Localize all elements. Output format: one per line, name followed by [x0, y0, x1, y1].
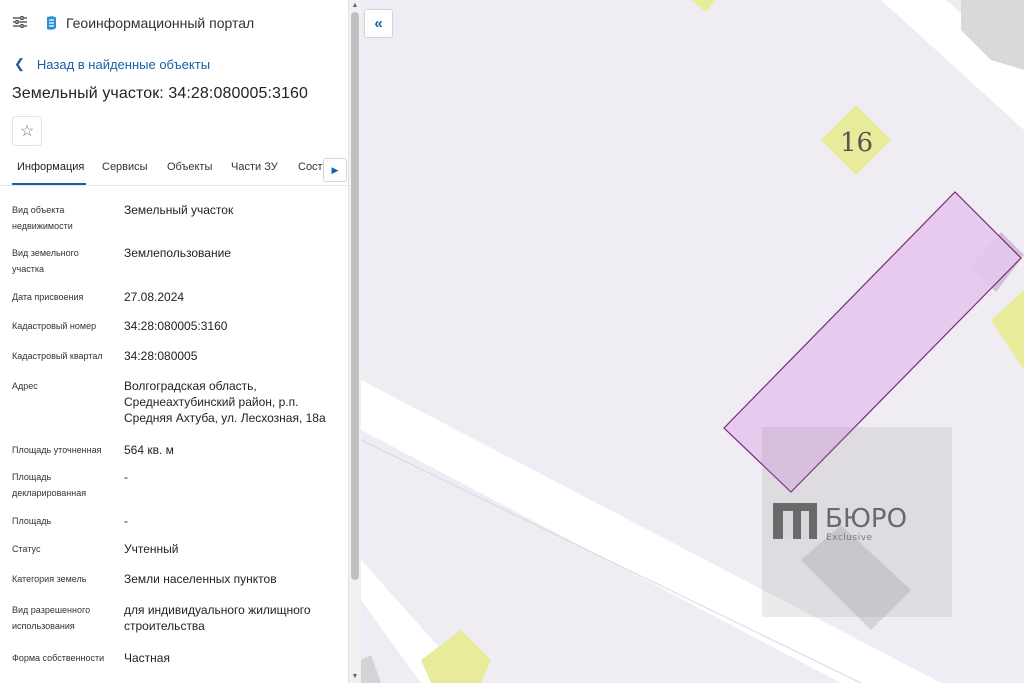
property-label: Вид разрешенного использования: [12, 605, 91, 631]
tabs-divider: [0, 185, 348, 186]
watermark-logo-icon: [773, 503, 817, 539]
property-label: Площадь уточненная: [12, 445, 102, 455]
sliders-menu-icon[interactable]: [12, 15, 28, 29]
property-value: Земельный участок: [124, 203, 234, 217]
back-to-results-link[interactable]: ❮ Назад в найденные объекты: [14, 56, 210, 72]
property-value: -: [124, 470, 128, 484]
watermark-subtitle: Exclusive: [826, 533, 873, 543]
tab-composition-clip: Состав: [296, 150, 323, 184]
scrollbar-thumb[interactable]: [351, 12, 359, 580]
portal-title: Геоинформационный портал: [66, 15, 255, 31]
property-value: Частная: [124, 651, 170, 665]
property-value: -: [124, 514, 128, 528]
property-value: 564 кв. м: [124, 443, 174, 457]
object-title: Земельный участок: 34:28:080005:3160: [12, 85, 309, 102]
property-value: 34:28:080005:3160: [124, 319, 228, 333]
property-value: Земли населенных пунктов: [124, 572, 277, 586]
property-value: Землепользование: [124, 246, 231, 260]
tab-services[interactable]: Сервисы: [102, 161, 148, 173]
property-label: Адрес: [12, 381, 38, 391]
favorite-button[interactable]: ☆: [12, 116, 42, 146]
property-value: 27.08.2024: [124, 290, 185, 304]
scroll-down-arrow-icon[interactable]: ▼: [351, 673, 359, 681]
double-chevron-left-icon: «: [374, 15, 383, 32]
property-label: Кадастровый квартал: [12, 351, 103, 361]
back-link-label: Назад в найденные объекты: [36, 56, 211, 72]
scroll-up-arrow-icon[interactable]: ▲: [351, 2, 359, 10]
property-label: Вид объекта недвижимости: [12, 205, 73, 231]
watermark-title: БЮРО: [825, 504, 907, 534]
portal-logo-icon: [47, 16, 56, 30]
star-outline-icon: ☆: [19, 123, 35, 140]
property-label: Статус: [12, 544, 41, 554]
tabs-scroll-right-button[interactable]: ▶: [323, 158, 347, 182]
chevron-left-icon: ❮: [14, 56, 25, 71]
tab-composition[interactable]: Состав: [298, 161, 323, 173]
collapse-panel-button[interactable]: «: [364, 9, 393, 38]
house-number-label: 16: [840, 128, 873, 158]
map-view[interactable]: БЮРО Exclusive 16: [361, 0, 1024, 683]
property-label: Площадь: [12, 516, 52, 526]
panel-scrollbar[interactable]: ▲ ▼: [348, 0, 361, 683]
tab-objects[interactable]: Объекты: [167, 161, 212, 173]
property-label: Кадастровый номер: [12, 321, 97, 331]
property-label: Категория земель: [12, 574, 87, 584]
tab-parts[interactable]: Части ЗУ: [231, 161, 278, 173]
property-label: Форма собственности: [12, 653, 105, 663]
property-label: Дата присвоения: [12, 292, 84, 302]
property-value: Волгоградская область, Среднеахтубинский…: [124, 379, 326, 425]
tab-information[interactable]: Информация: [17, 161, 84, 173]
property-label: Площадь декларированная: [12, 472, 87, 498]
property-value: для индивидуального жилищного строительс…: [124, 603, 311, 633]
map-canvas[interactable]: БЮРО Exclusive 16: [361, 0, 1024, 683]
info-panel: Геоинформационный портал ❮ Назад в найде…: [0, 0, 348, 683]
top-bar: Геоинформационный портал: [0, 0, 348, 46]
property-value: 34:28:080005: [124, 349, 198, 363]
chevron-right-icon: ▶: [331, 164, 339, 175]
property-value: Учтенный: [124, 542, 179, 556]
property-label: Вид земельного участка: [12, 248, 79, 274]
